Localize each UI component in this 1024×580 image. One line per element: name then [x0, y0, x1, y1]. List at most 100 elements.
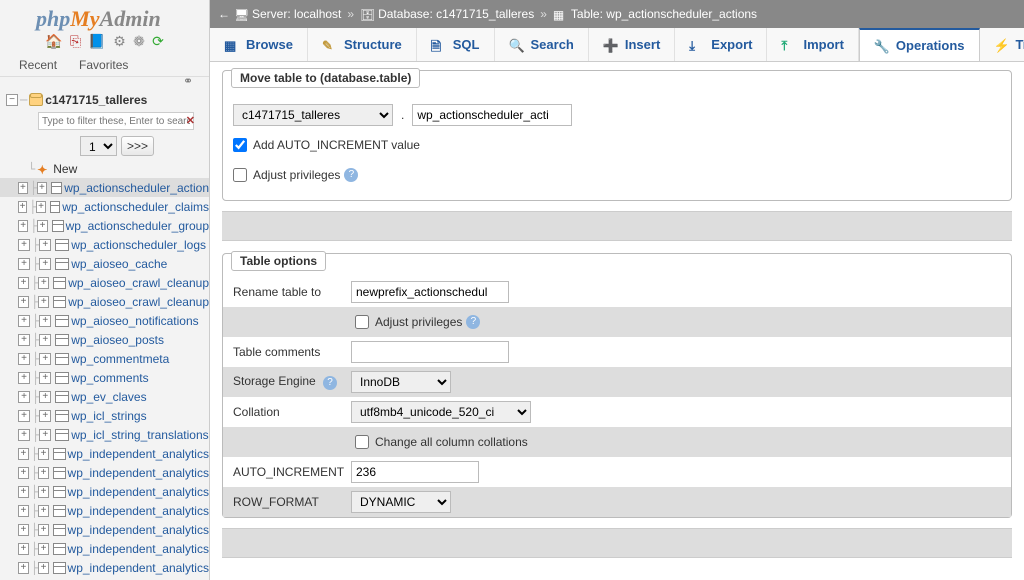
- expand-icon[interactable]: +: [38, 524, 49, 536]
- tree-table-link[interactable]: wp_ev_claves: [71, 390, 146, 404]
- tree-table-link[interactable]: wp_independent_analytics: [68, 561, 209, 575]
- expand-icon[interactable]: +: [38, 448, 49, 460]
- expand-icon[interactable]: +: [38, 296, 49, 308]
- nav-tab-recent[interactable]: Recent: [8, 53, 68, 76]
- expand-icon[interactable]: +: [39, 429, 51, 441]
- tree-table-row[interactable]: +├+wp_ev_claves: [0, 387, 209, 406]
- expand-icon[interactable]: +: [39, 239, 51, 251]
- tree-table-link[interactable]: wp_independent_analytics: [68, 466, 209, 480]
- tree-table-link[interactable]: wp_actionscheduler_action: [64, 181, 209, 195]
- tab-sql[interactable]: 🗎SQL: [417, 28, 495, 61]
- settings-icon[interactable]: ⚙: [113, 34, 126, 48]
- tree-table-row[interactable]: +├+wp_actionscheduler_logs: [0, 235, 209, 254]
- tab-insert[interactable]: ➕Insert: [589, 28, 675, 61]
- tree-table-link[interactable]: wp_independent_analytics: [68, 447, 209, 461]
- engine-select[interactable]: InnoDB: [351, 371, 451, 393]
- expand-icon[interactable]: +: [18, 182, 28, 194]
- breadcrumb-table[interactable]: Table: wp_actionscheduler_actions: [571, 7, 757, 21]
- tree-table-row[interactable]: +├+wp_aioseo_crawl_cleanup: [0, 273, 209, 292]
- tree-table-link[interactable]: wp_actionscheduler_group: [66, 219, 209, 233]
- expand-icon[interactable]: +: [38, 467, 49, 479]
- move-autoinc-label[interactable]: Add AUTO_INCREMENT value: [253, 138, 420, 152]
- expand-icon[interactable]: +: [37, 182, 47, 194]
- tree-table-row[interactable]: +├+wp_actionscheduler_claims: [0, 197, 209, 216]
- tree-table-link[interactable]: wp_aioseo_cache: [71, 257, 167, 271]
- tree-table-row[interactable]: +├+wp_actionscheduler_group: [0, 216, 209, 235]
- comments-input[interactable]: [351, 341, 509, 363]
- theme-icon[interactable]: ❁: [133, 34, 145, 48]
- home-icon[interactable]: 🏠: [45, 34, 62, 48]
- expand-icon[interactable]: +: [18, 486, 29, 498]
- change-collations-check[interactable]: [355, 435, 369, 449]
- tree-table-row[interactable]: +├+wp_independent_analytics: [0, 444, 209, 463]
- move-autoinc-check[interactable]: [233, 138, 247, 152]
- breadcrumb-database[interactable]: Database: c1471715_talleres: [378, 7, 534, 21]
- expand-icon[interactable]: +: [37, 220, 47, 232]
- expand-icon[interactable]: +: [18, 410, 30, 422]
- expand-icon[interactable]: +: [18, 524, 29, 536]
- tree-table-row[interactable]: +├+wp_independent_analytics: [0, 463, 209, 482]
- logout-icon[interactable]: ⎘: [70, 34, 81, 48]
- tab-search[interactable]: 🔍Search: [495, 28, 589, 61]
- expand-icon[interactable]: +: [18, 239, 30, 251]
- expand-icon[interactable]: +: [18, 296, 29, 308]
- tree-table-row[interactable]: +├+wp_icl_strings: [0, 406, 209, 425]
- expand-icon[interactable]: +: [18, 391, 30, 403]
- tab-browse[interactable]: ▦Browse: [210, 28, 308, 61]
- phpmyadmin-logo[interactable]: phpMyAdmin: [0, 0, 209, 32]
- tree-table-link[interactable]: wp_icl_strings: [71, 409, 146, 423]
- expand-icon[interactable]: +: [18, 505, 29, 517]
- change-collations-label[interactable]: Change all column collations: [375, 435, 528, 449]
- expand-icon[interactable]: +: [38, 505, 49, 517]
- expand-icon[interactable]: +: [18, 429, 30, 441]
- tree-table-link[interactable]: wp_icl_string_translations: [71, 428, 208, 442]
- tree-table-row[interactable]: +├+wp_icl_string_translations: [0, 425, 209, 444]
- tree-table-row[interactable]: +├+wp_aioseo_notifications: [0, 311, 209, 330]
- help-icon[interactable]: ?: [323, 376, 337, 390]
- docs-icon[interactable]: 📘: [88, 34, 105, 48]
- tree-table-link[interactable]: wp_aioseo_posts: [71, 333, 164, 347]
- move-table-input[interactable]: [412, 104, 572, 126]
- expand-icon[interactable]: +: [18, 467, 29, 479]
- expand-icon[interactable]: +: [18, 220, 28, 232]
- reload-icon[interactable]: ⟳: [152, 34, 164, 48]
- expand-icon[interactable]: +: [38, 543, 49, 555]
- tree-table-row[interactable]: +├+wp_comments: [0, 368, 209, 387]
- tree-table-link[interactable]: wp_aioseo_notifications: [71, 314, 198, 328]
- tree-filter-input[interactable]: [38, 112, 194, 130]
- expand-icon[interactable]: +: [38, 277, 49, 289]
- collation-select[interactable]: utf8mb4_unicode_520_ci: [351, 401, 531, 423]
- rowformat-select[interactable]: DYNAMIC: [351, 491, 451, 513]
- expand-icon[interactable]: +: [39, 334, 51, 346]
- tab-triggers[interactable]: ⚡Triggers: [980, 28, 1024, 61]
- expand-icon[interactable]: +: [18, 277, 29, 289]
- tree-table-row[interactable]: +├+wp_independent_analytics: [0, 558, 209, 577]
- tree-table-row[interactable]: +├+wp_independent_analytics: [0, 482, 209, 501]
- tree-table-row[interactable]: +├+wp_independent_analytics: [0, 520, 209, 539]
- help-icon[interactable]: ?: [466, 315, 480, 329]
- tree-table-row[interactable]: +├+wp_aioseo_cache: [0, 254, 209, 273]
- autoinc-input[interactable]: [351, 461, 479, 483]
- tree-new[interactable]: New: [53, 162, 77, 176]
- tree-table-row[interactable]: +├+wp_aioseo_posts: [0, 330, 209, 349]
- tab-export[interactable]: ⤓Export: [675, 28, 767, 61]
- move-adjust-check[interactable]: [233, 168, 247, 182]
- expand-icon[interactable]: +: [39, 258, 51, 270]
- expand-icon[interactable]: +: [39, 353, 51, 365]
- rename-input[interactable]: [351, 281, 509, 303]
- tree-table-link[interactable]: wp_independent_analytics: [68, 485, 209, 499]
- options-adjust-label[interactable]: Adjust privileges: [375, 315, 462, 329]
- breadcrumb-server[interactable]: Server: localhost: [252, 7, 341, 21]
- tree-table-row[interactable]: +├+wp_aioseo_crawl_cleanup: [0, 292, 209, 311]
- expand-icon[interactable]: +: [36, 201, 45, 213]
- tree-database[interactable]: c1471715_talleres: [45, 93, 147, 107]
- tree-table-row[interactable]: +├+wp_independent_analytics: [0, 501, 209, 520]
- tree-table-link[interactable]: wp_actionscheduler_logs: [71, 238, 206, 252]
- expand-icon[interactable]: +: [39, 410, 51, 422]
- expand-icon[interactable]: +: [39, 391, 51, 403]
- expand-icon[interactable]: +: [18, 201, 27, 213]
- expand-icon[interactable]: +: [18, 543, 29, 555]
- tree-table-row[interactable]: +├+wp_commentmeta: [0, 349, 209, 368]
- expand-icon[interactable]: +: [18, 334, 30, 346]
- link-icon[interactable]: ⚭: [183, 74, 193, 88]
